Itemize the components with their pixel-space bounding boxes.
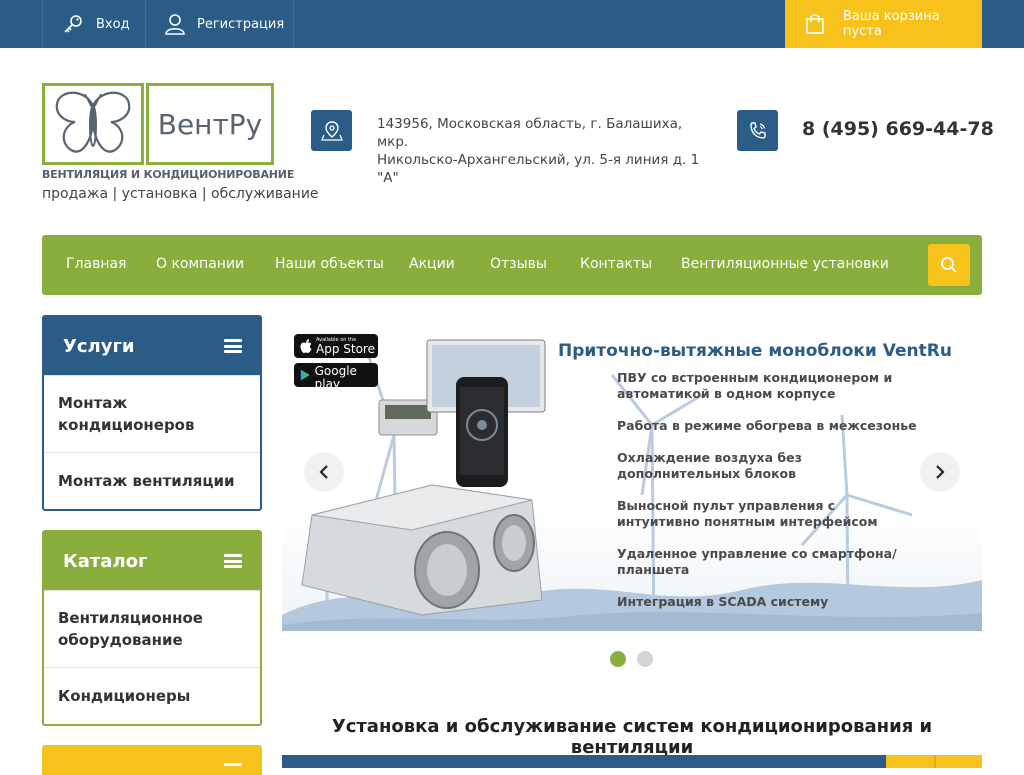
butterfly-icon bbox=[55, 91, 131, 153]
topbar-divider bbox=[42, 0, 43, 48]
slide-title: Приточно-вытяжные моноблоки VentRu bbox=[558, 341, 952, 361]
sidebar-item-vent-equipment[interactable]: Вентиляционное оборудование bbox=[44, 590, 260, 667]
address-line: Никольско-Архангельский, ул. 5-я линия д… bbox=[377, 152, 700, 186]
logo-emblem bbox=[42, 83, 144, 165]
key-icon bbox=[64, 15, 82, 33]
tagline: продажа | установка | обслуживание bbox=[42, 186, 319, 202]
hero-slider: Available on the App Store Get it on Goo… bbox=[282, 315, 982, 631]
slider-prev-button[interactable] bbox=[304, 452, 344, 492]
slide-feature: Охлаждение воздуха без дополнительных бл… bbox=[617, 450, 802, 481]
content-tabs-bar bbox=[282, 755, 982, 768]
sidebar-item-vent-install[interactable]: Монтаж вентиляции bbox=[44, 452, 260, 509]
slide-feature: Удаленное управление со смартфона/ планш… bbox=[617, 546, 897, 577]
topbar-divider bbox=[145, 0, 146, 48]
nav-item-promos[interactable]: Акции bbox=[409, 235, 455, 295]
slide-feature: Выносной пульт управления с интуитивно п… bbox=[617, 498, 878, 529]
menu-icon bbox=[224, 554, 242, 568]
cart-label: Ваша корзина пуста bbox=[842, 9, 940, 39]
services-block: Услуги Монтаж кондиционеров Монтаж венти… bbox=[42, 315, 262, 511]
play-store-icon bbox=[300, 369, 310, 381]
slider-next-button[interactable] bbox=[920, 452, 960, 492]
phone-icon bbox=[749, 121, 766, 139]
cart-button[interactable]: Ваша корзина пуста bbox=[785, 0, 982, 48]
sidebar-item-ac-install[interactable]: Монтаж кондиционеров bbox=[44, 375, 260, 452]
tab-divider bbox=[934, 755, 936, 768]
address-icon-box bbox=[311, 110, 352, 151]
section-title: Установка и обслуживание систем кондицио… bbox=[331, 716, 933, 758]
main-nav: Главная О компании Наши объекты Акции От… bbox=[42, 235, 982, 295]
appstore-big-text: App Store bbox=[316, 341, 375, 356]
logo-wordmark: ВентРу bbox=[146, 83, 274, 165]
slide-feature: Работа в режиме обогрева в межсезонье bbox=[617, 418, 917, 433]
nav-item-home[interactable]: Главная bbox=[66, 235, 126, 295]
search-icon bbox=[941, 257, 957, 273]
slider-dot-2[interactable] bbox=[637, 651, 653, 667]
login-label: Вход bbox=[96, 16, 130, 32]
slider-dot-1[interactable] bbox=[610, 651, 626, 667]
services-header[interactable]: Услуги bbox=[44, 317, 260, 375]
slide-feature: ПВУ со встроенным кондиционером и автома… bbox=[617, 370, 893, 401]
phone-icon-box bbox=[737, 110, 778, 151]
services-title: Услуги bbox=[63, 335, 135, 357]
chevron-left-icon bbox=[319, 465, 328, 479]
map-pin-icon bbox=[320, 120, 343, 141]
login-link[interactable]: Вход bbox=[62, 0, 130, 48]
shopping-bag-icon bbox=[806, 14, 824, 34]
menu-icon bbox=[224, 339, 242, 353]
nav-item-ventilation-units[interactable]: Вентиляционные установки bbox=[681, 235, 889, 295]
nav-item-about[interactable]: О компании bbox=[156, 235, 244, 295]
address: 143956, Московская область, г. Балашиха,… bbox=[377, 115, 707, 187]
user-icon bbox=[165, 14, 185, 35]
appstore-badge[interactable]: Available on the App Store bbox=[294, 334, 378, 358]
catalog-header[interactable]: Каталог bbox=[44, 532, 260, 590]
address-line: 143956, Московская область, г. Балашиха,… bbox=[377, 116, 683, 150]
slide-feature: Интеграция в SCADA систему bbox=[617, 594, 829, 609]
googleplay-badge[interactable]: Get it on Google play bbox=[294, 359, 378, 391]
register-link[interactable]: Регистрация bbox=[165, 0, 284, 48]
sidebar-item-air-conditioners[interactable]: Кондиционеры bbox=[44, 667, 260, 724]
logo-subtitle: ВЕНТИЛЯЦИЯ И КОНДИЦИОНИРОВАНИЕ bbox=[42, 168, 295, 181]
chevron-right-icon bbox=[936, 465, 945, 479]
nav-item-projects[interactable]: Наши объекты bbox=[275, 235, 384, 295]
nav-item-contacts[interactable]: Контакты bbox=[580, 235, 652, 295]
logo-text: ВентРу bbox=[157, 107, 263, 141]
topbar-divider bbox=[293, 0, 294, 48]
register-label: Регистрация bbox=[197, 16, 285, 32]
info-block-header[interactable] bbox=[42, 745, 262, 775]
phone-number[interactable]: 8 (495) 669-44-78 bbox=[802, 118, 994, 140]
search-button[interactable] bbox=[928, 244, 970, 286]
site-logo[interactable]: ВентРу bbox=[42, 83, 274, 165]
nav-item-reviews[interactable]: Отзывы bbox=[490, 235, 547, 295]
googleplay-big-text: Google play bbox=[314, 364, 357, 391]
catalog-title: Каталог bbox=[63, 550, 148, 572]
apple-icon bbox=[300, 339, 312, 353]
menu-icon bbox=[224, 763, 242, 766]
catalog-block: Каталог Вентиляционное оборудование Конд… bbox=[42, 530, 262, 726]
top-bar: Вход Регистрация Ваша корзина пуста bbox=[0, 0, 1024, 48]
